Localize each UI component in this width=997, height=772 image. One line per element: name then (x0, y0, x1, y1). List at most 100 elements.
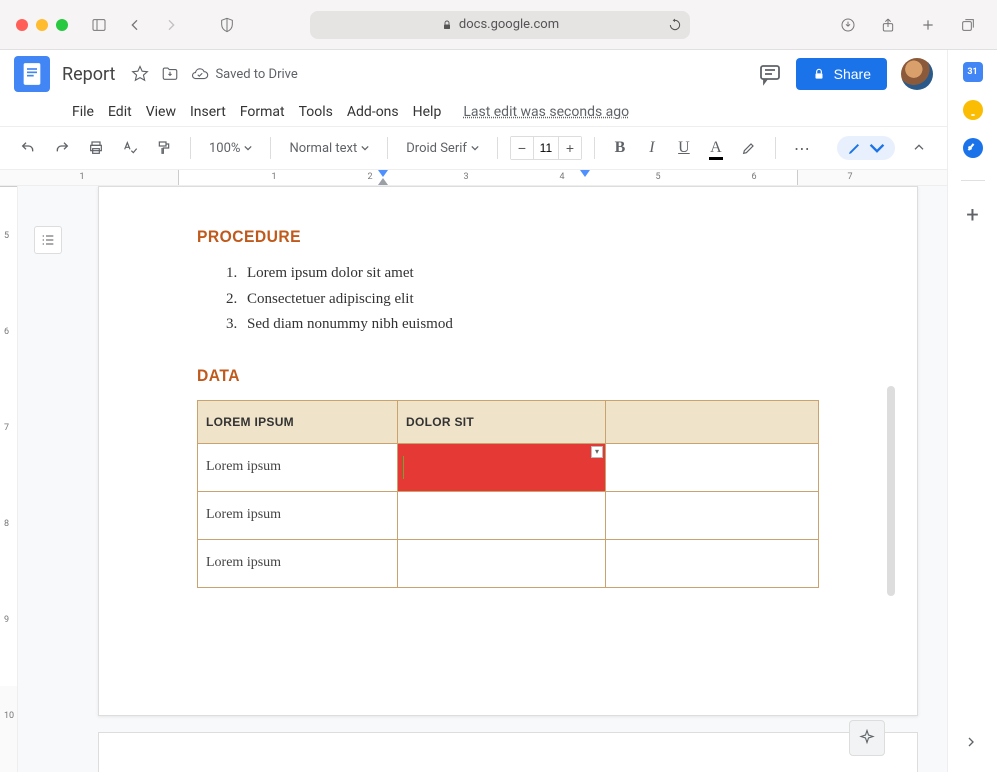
minimize-window-button[interactable] (36, 19, 48, 31)
chevron-down-icon (869, 140, 885, 156)
privacy-shield-icon[interactable] (214, 12, 240, 38)
get-addons-button[interactable]: + (966, 203, 978, 228)
table-header[interactable] (606, 400, 819, 443)
hide-side-panel-button[interactable] (957, 728, 985, 756)
table-cell[interactable] (606, 539, 819, 587)
cell-options-dropdown[interactable]: ▾ (591, 446, 603, 458)
paragraph-style-dropdown[interactable]: Normal text (283, 137, 375, 160)
text-cursor (403, 456, 404, 479)
horizontal-ruler[interactable]: 1 1 2 3 4 5 6 7 (0, 170, 947, 186)
heading-procedure[interactable]: PROCEDURE (197, 227, 769, 247)
bold-button[interactable]: B (607, 134, 633, 162)
column-marker[interactable] (580, 170, 590, 177)
divider (961, 180, 985, 181)
table-cell[interactable]: Lorem ipsum (198, 539, 398, 587)
saved-label: Saved to Drive (215, 67, 297, 82)
text-color-button[interactable]: A (703, 134, 729, 162)
table-cell[interactable] (398, 491, 606, 539)
menu-format[interactable]: Format (240, 104, 285, 120)
nav-back-button[interactable] (122, 12, 148, 38)
nav-forward-button[interactable] (158, 12, 184, 38)
docs-title-bar: Report Saved to Drive Share (0, 50, 947, 98)
menu-edit[interactable]: Edit (108, 104, 132, 120)
menu-addons[interactable]: Add-ons (347, 104, 399, 120)
save-status[interactable]: Saved to Drive (191, 65, 297, 83)
reload-icon[interactable] (668, 18, 682, 32)
table-cell-highlighted[interactable]: ▾ (398, 443, 606, 491)
data-table[interactable]: LOREM IPSUM DOLOR SIT Lorem ipsum ▾ (197, 400, 819, 588)
table-cell[interactable] (398, 539, 606, 587)
vertical-scrollbar[interactable] (887, 386, 895, 596)
font-size-increase[interactable]: + (559, 137, 581, 159)
table-cell[interactable]: Lorem ipsum (198, 443, 398, 491)
editing-mode-dropdown[interactable] (837, 136, 895, 160)
downloads-button[interactable] (835, 12, 861, 38)
sidebar-toggle-button[interactable] (86, 12, 112, 38)
paint-format-button[interactable] (150, 134, 178, 162)
underline-button[interactable]: U (671, 134, 697, 162)
font-family-dropdown[interactable]: Droid Serif (400, 137, 485, 160)
menu-bar: File Edit View Insert Format Tools Add-o… (0, 98, 947, 126)
procedure-list[interactable]: Lorem ipsum dolor sit amet Consectetuer … (241, 261, 819, 338)
tabs-overview-button[interactable] (955, 12, 981, 38)
document-page[interactable]: PROCEDURE Lorem ipsum dolor sit amet Con… (98, 186, 918, 716)
share-label: Share (834, 66, 871, 82)
menu-help[interactable]: Help (413, 104, 442, 120)
print-button[interactable] (82, 134, 110, 162)
open-comments-button[interactable] (758, 62, 782, 86)
cloud-icon (191, 65, 209, 83)
share-button[interactable]: Share (796, 58, 887, 90)
vertical-ruler[interactable]: 5 6 7 8 9 10 (0, 186, 18, 772)
table-row: Lorem ipsum (198, 491, 819, 539)
explore-button[interactable] (849, 720, 885, 756)
indent-marker[interactable] (378, 170, 388, 177)
table-cell[interactable]: Lorem ipsum (198, 491, 398, 539)
table-header-row: LOREM IPSUM DOLOR SIT (198, 400, 819, 443)
browser-toolbar: docs.google.com (0, 0, 997, 50)
undo-button[interactable] (14, 134, 42, 162)
indent-marker-bottom[interactable] (378, 178, 388, 185)
table-header[interactable]: DOLOR SIT (398, 400, 606, 443)
lock-icon (812, 67, 826, 81)
collapse-toolbar-button[interactable] (905, 134, 933, 162)
docs-home-button[interactable] (14, 56, 50, 92)
table-cell[interactable] (606, 443, 819, 491)
window-controls (16, 19, 68, 31)
table-row: Lorem ipsum ▾ (198, 443, 819, 491)
redo-button[interactable] (48, 134, 76, 162)
star-icon[interactable] (131, 65, 149, 83)
keep-addon-button[interactable] (963, 100, 983, 120)
address-bar[interactable]: docs.google.com (310, 11, 690, 39)
list-item[interactable]: Sed diam nonummy nibh euismod (241, 312, 819, 338)
highlight-color-button[interactable] (735, 134, 763, 162)
spellcheck-button[interactable] (116, 134, 144, 162)
account-avatar[interactable] (901, 58, 933, 90)
menu-file[interactable]: File (72, 104, 94, 120)
menu-view[interactable]: View (146, 104, 176, 120)
document-page-next[interactable] (98, 732, 918, 772)
new-tab-button[interactable] (915, 12, 941, 38)
menu-tools[interactable]: Tools (299, 104, 333, 120)
list-item[interactable]: Consectetuer adipiscing elit (241, 287, 819, 313)
share-browser-button[interactable] (875, 12, 901, 38)
font-size-input[interactable] (533, 137, 559, 159)
table-cell[interactable] (606, 491, 819, 539)
list-item[interactable]: Lorem ipsum dolor sit amet (241, 261, 819, 287)
calendar-addon-button[interactable] (963, 62, 983, 82)
italic-button[interactable]: I (639, 134, 665, 162)
formatting-toolbar: 100% Normal text Droid Serif − + B I U A… (0, 126, 947, 170)
url-text: docs.google.com (459, 17, 559, 32)
close-window-button[interactable] (16, 19, 28, 31)
last-edit-link[interactable]: Last edit was seconds ago (463, 104, 629, 120)
doc-title-input[interactable]: Report (62, 64, 115, 85)
lock-icon (441, 19, 453, 31)
more-tools-button[interactable]: ⋯ (788, 134, 816, 162)
move-icon[interactable] (161, 65, 179, 83)
maximize-window-button[interactable] (56, 19, 68, 31)
table-header[interactable]: LOREM IPSUM (198, 400, 398, 443)
menu-insert[interactable]: Insert (190, 104, 226, 120)
zoom-dropdown[interactable]: 100% (203, 137, 258, 160)
tasks-addon-button[interactable] (963, 138, 983, 158)
font-size-decrease[interactable]: − (511, 137, 533, 159)
heading-data[interactable]: DATA (197, 366, 769, 386)
